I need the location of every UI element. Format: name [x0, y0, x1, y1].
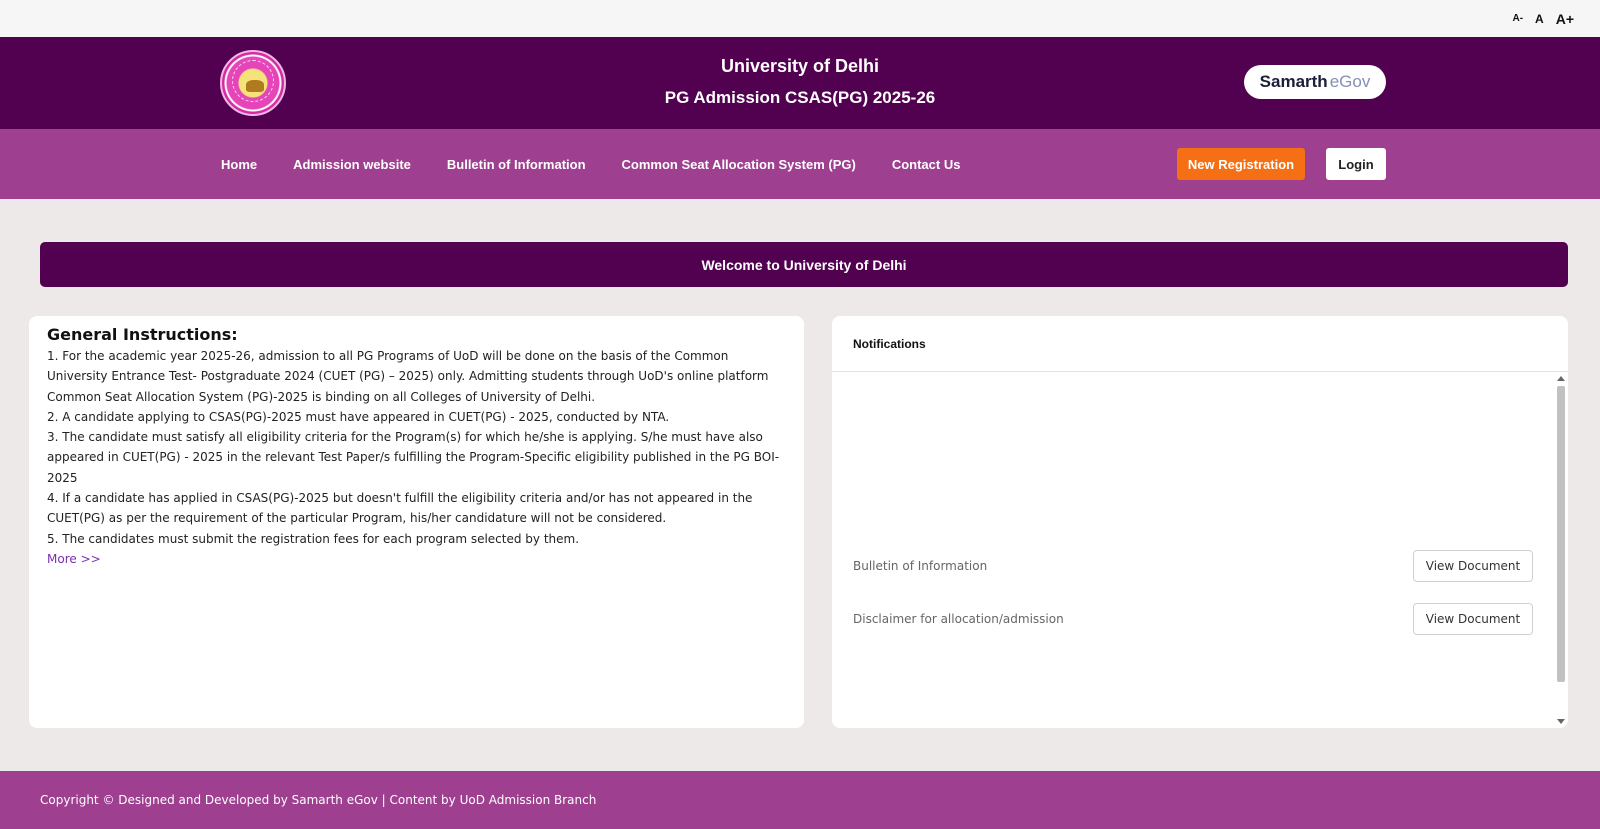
instruction-item: 5. The candidates must submit the regist…: [47, 531, 580, 546]
font-size-bar: A- A A+: [0, 0, 1600, 37]
instruction-item: 2. A candidate applying to CSAS(PG)-2025…: [47, 409, 670, 424]
general-instructions-card: General Instructions: 1. For the academi…: [29, 316, 804, 728]
font-decrease-button[interactable]: A-: [1512, 13, 1523, 24]
font-increase-button[interactable]: A+: [1556, 11, 1574, 27]
notification-label: Bulletin of Information: [853, 559, 988, 573]
samarth-egov-logo: Samarth eGov: [1244, 65, 1386, 99]
instruction-item: 3. The candidate must satisfy all eligib…: [47, 430, 780, 485]
main-nav: Home Admission website Bulletin of Infor…: [0, 129, 1600, 199]
notification-row: Disclaimer for allocation/admission View…: [853, 603, 1533, 635]
notification-label: Disclaimer for allocation/admission: [853, 612, 1064, 626]
instructions-title: General Instructions:: [47, 325, 238, 344]
view-document-button[interactable]: View Document: [1413, 603, 1533, 635]
brand-part2: eGov: [1329, 72, 1371, 91]
nav-home[interactable]: Home: [221, 157, 257, 172]
notification-row: Bulletin of Information View Document: [853, 550, 1533, 582]
nav-bulletin[interactable]: Bulletin of Information: [447, 157, 586, 172]
site-header: University of Delhi PG Admission CSAS(PG…: [0, 37, 1600, 129]
nav-contact[interactable]: Contact Us: [892, 157, 961, 172]
instruction-item: 4. If a candidate has applied in CSAS(PG…: [47, 491, 753, 526]
welcome-banner: Welcome to University of Delhi: [40, 242, 1568, 287]
view-document-button[interactable]: View Document: [1413, 550, 1533, 582]
new-registration-button[interactable]: New Registration: [1177, 148, 1305, 180]
scroll-down-arrow-icon[interactable]: [1557, 719, 1565, 724]
nav-csas[interactable]: Common Seat Allocation System (PG): [622, 157, 856, 172]
notifications-card: Notifications Bulletin of Information Vi…: [832, 316, 1568, 728]
notifications-scrollbar[interactable]: [1556, 374, 1566, 726]
nav-links: Home Admission website Bulletin of Infor…: [221, 129, 960, 199]
scroll-thumb[interactable]: [1557, 386, 1565, 682]
nav-admission-website[interactable]: Admission website: [293, 157, 411, 172]
instruction-item: 1. For the academic year 2025-26, admiss…: [47, 349, 769, 404]
notifications-title: Notifications: [832, 316, 1568, 372]
scroll-up-arrow-icon[interactable]: [1557, 376, 1565, 381]
more-link[interactable]: More >>: [47, 549, 786, 569]
font-normal-button[interactable]: A: [1535, 12, 1544, 26]
brand-part1: Samarth: [1259, 72, 1328, 91]
site-footer: Copyright © Designed and Developed by Sa…: [0, 771, 1600, 829]
login-button[interactable]: Login: [1326, 148, 1386, 180]
